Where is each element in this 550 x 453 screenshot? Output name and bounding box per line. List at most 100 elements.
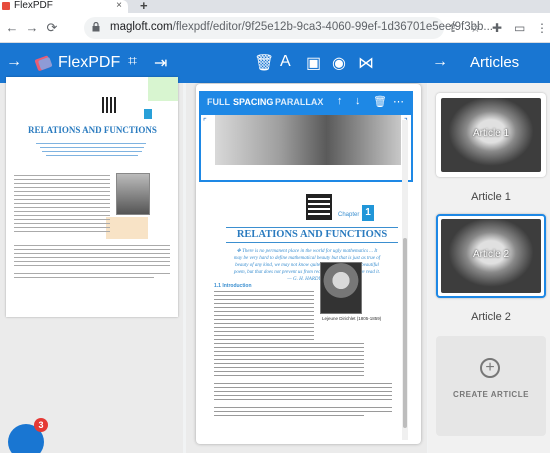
address-bar-row: ← → ⟳ magloft.com/flexpdf/editor/9f25e12… xyxy=(0,13,550,43)
bookmark-star-icon[interactable]: ☆ xyxy=(470,21,481,35)
body-text-line xyxy=(214,407,392,409)
thumbnail-text-line xyxy=(14,195,110,196)
body-text-line xyxy=(214,343,364,345)
back-arrow-icon[interactable]: ← xyxy=(4,20,20,35)
article-thumbnail-label: Article 2 xyxy=(472,249,510,260)
thumbnail-text-line xyxy=(14,179,110,180)
thumbnail-quote-line xyxy=(36,143,146,144)
share-page-icon[interactable]: ⇪ xyxy=(448,21,458,35)
body-text-line xyxy=(214,363,364,365)
sidebar-panel-icon[interactable]: ▭ xyxy=(514,21,525,35)
thumbnail-text-line xyxy=(14,253,170,254)
layout-full-button[interactable]: FULL xyxy=(207,97,230,107)
app-brand: FlexPDF xyxy=(58,54,121,71)
extensions-puzzle-icon[interactable]: ✚ xyxy=(492,21,502,35)
browser-tab[interactable]: FlexPDF × xyxy=(0,0,128,13)
crop-icon[interactable]: ⌗ xyxy=(128,53,137,71)
lock-icon xyxy=(92,22,100,32)
create-article-button[interactable]: + CREATE ARTICLE xyxy=(436,336,546,436)
chat-notification-badge: 3 xyxy=(34,418,48,432)
section-heading: 1.1 Introduction xyxy=(214,283,252,289)
layout-spacing-button[interactable]: SPACING xyxy=(233,97,273,107)
thumbnail-text-line xyxy=(14,191,110,192)
delete-block-icon[interactable]: 🗑 xyxy=(373,95,387,108)
editor-scrollbar-thumb[interactable] xyxy=(403,238,407,428)
article-label[interactable]: Article 1 xyxy=(436,191,546,203)
thumbnail-text-line xyxy=(14,219,110,220)
thumbnail-text-line xyxy=(14,277,154,278)
flexpdf-logo-icon xyxy=(34,55,53,71)
chapter-number: 1 xyxy=(362,205,374,221)
thumbnail-text-line xyxy=(14,211,110,212)
thumbnail-text-line xyxy=(14,175,110,176)
text-format-icon[interactable]: A xyxy=(280,53,291,71)
thumbnail-quote-line xyxy=(40,147,144,148)
thumbnail-portrait xyxy=(116,173,150,215)
body-text-line xyxy=(214,319,314,321)
url-field[interactable]: magloft.com/flexpdf/editor/9f25e12b-9ca3… xyxy=(84,17,493,39)
forward-arrow-icon[interactable]: → xyxy=(24,20,40,35)
body-text-line xyxy=(214,315,314,317)
body-text-line xyxy=(214,311,314,313)
body-text-line xyxy=(214,335,314,337)
reload-icon[interactable]: ⟳ xyxy=(44,20,60,36)
thumbnail-text-line xyxy=(14,249,170,250)
thumbnail-text-line xyxy=(14,207,110,208)
thumbnail-text-line xyxy=(14,223,110,224)
chapter-label: Chapter xyxy=(338,212,360,218)
body-text-line xyxy=(214,327,314,329)
move-up-arrow-icon[interactable]: ↑ xyxy=(337,95,343,107)
thumbnail-quote-line xyxy=(46,155,138,156)
thumbnail-text-line xyxy=(14,215,110,216)
resize-corner-icon[interactable]: ⌜ xyxy=(203,117,207,126)
article-card-2[interactable]: Article 2 xyxy=(436,214,546,298)
layout-parallax-button[interactable]: PARALLAX xyxy=(275,97,323,107)
page-thumbnail[interactable]: RELATIONS AND FUNCTIONS xyxy=(6,77,178,317)
page-title: RELATIONS AND FUNCTIONS xyxy=(226,227,398,243)
body-text-line xyxy=(214,307,314,309)
body-text-line xyxy=(214,299,314,301)
articles-panel-title: Articles xyxy=(470,54,520,71)
article-label[interactable]: Article 2 xyxy=(436,311,546,323)
selected-image-block[interactable] xyxy=(199,113,413,182)
url-text: magloft.com/flexpdf/editor/9f25e12b-9ca3… xyxy=(110,21,493,33)
close-tab-icon[interactable]: × xyxy=(116,0,122,12)
thumbnail-text-line xyxy=(14,261,170,262)
menu-dots-icon[interactable]: ⋮ xyxy=(536,21,548,35)
body-text-line xyxy=(214,291,314,293)
flexpdf-favicon-icon xyxy=(2,2,10,10)
share-icon[interactable]: ⋈ xyxy=(358,53,374,73)
import-icon[interactable]: ⇥ xyxy=(154,53,167,73)
collapse-panel-arrow-icon[interactable]: → xyxy=(432,53,448,71)
tab-title: FlexPDF xyxy=(14,0,53,11)
exit-arrow-icon[interactable]: → xyxy=(6,53,22,71)
thumbnail-quote-line xyxy=(42,151,142,152)
thumbnail-text-line xyxy=(14,227,110,228)
body-text-line xyxy=(214,387,392,389)
body-text-line xyxy=(214,391,392,393)
delete-icon[interactable]: 🗑 xyxy=(254,53,274,73)
thumbnail-text-line xyxy=(14,257,170,258)
thumbnail-text-line xyxy=(14,183,110,184)
body-text-line xyxy=(214,359,364,361)
save-icon[interactable]: ▣ xyxy=(306,53,321,73)
body-text-line xyxy=(214,351,364,353)
body-text-line xyxy=(214,347,364,349)
move-down-arrow-icon[interactable]: ↓ xyxy=(355,95,361,107)
create-article-label: CREATE ARTICLE xyxy=(453,390,529,399)
body-text-line xyxy=(214,331,314,333)
more-options-icon[interactable]: ⋯ xyxy=(393,95,404,108)
article-thumbnail: Article 1 xyxy=(441,98,541,172)
dirichlet-portrait xyxy=(320,262,362,314)
body-text-line xyxy=(214,415,364,417)
new-tab-button[interactable]: + xyxy=(140,0,148,13)
body-text-line xyxy=(214,323,314,325)
article-card-1[interactable]: Article 1 xyxy=(436,93,546,177)
thumbnail-text-line xyxy=(14,273,170,274)
thumbnail-green-highlight xyxy=(148,77,178,101)
thumbnail-qr-code xyxy=(102,97,118,113)
body-text-line xyxy=(214,303,314,305)
portrait-caption: Lejeune Dirichlet (1805-1859) xyxy=(322,316,382,321)
body-text-line xyxy=(214,395,392,397)
preview-eye-icon[interactable]: ◉ xyxy=(332,53,346,73)
